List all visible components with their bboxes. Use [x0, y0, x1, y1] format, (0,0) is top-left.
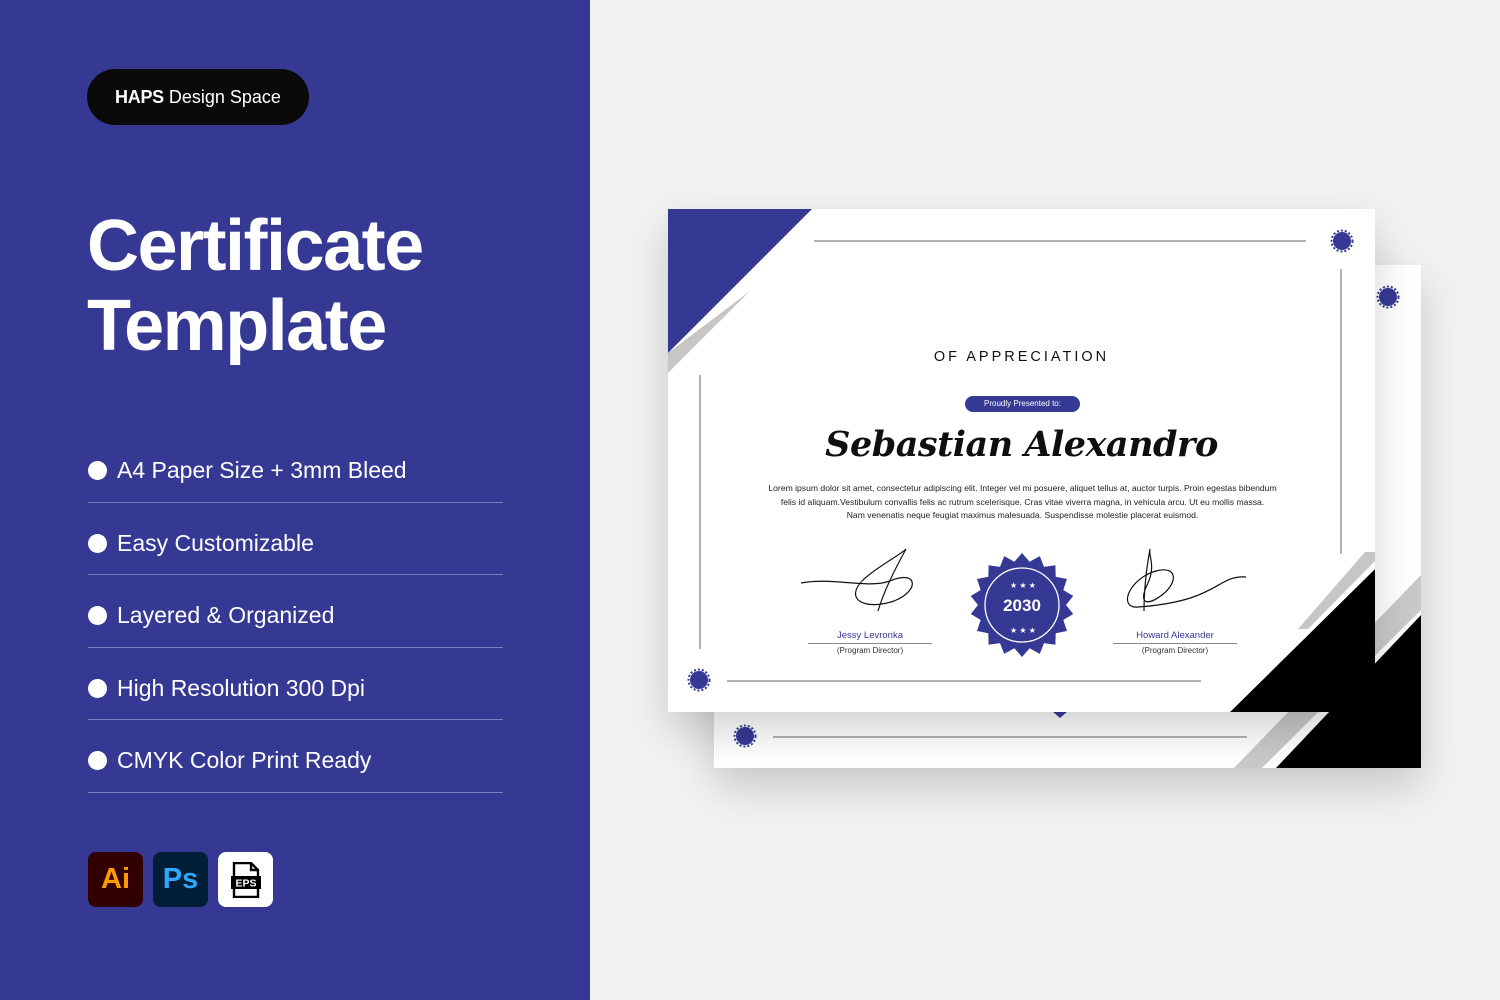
certificate-body: Lorem ipsum dolor sit amet, consectetur …: [755, 482, 1290, 523]
rosette-top-right: [1330, 229, 1354, 253]
seal-year: 2030: [1003, 596, 1041, 615]
feature-label: High Resolution 300 Dpi: [117, 674, 366, 701]
feature-list: A4 Paper Size + 3mm Bleed Easy Customiza…: [88, 430, 503, 793]
svg-text:★ ★ ★: ★ ★ ★: [1010, 626, 1036, 635]
body-line: Nam venenatis neque feugiat maximus male…: [846, 510, 1199, 520]
body-line: Lorem ipsum dolor sit amet, consectetur …: [768, 483, 1277, 493]
bullet-icon: [88, 533, 107, 553]
brand-rest: Design Space: [168, 86, 281, 107]
feature-label: Easy Customizable: [117, 529, 314, 556]
feature-item: Layered & Organized: [88, 575, 503, 648]
bullet-icon: [88, 461, 107, 481]
bullet-icon: [88, 678, 107, 698]
feature-label: A4 Paper Size + 3mm Bleed: [117, 457, 407, 484]
feature-item: A4 Paper Size + 3mm Bleed: [88, 430, 503, 503]
signer-left-name-text: Jessy Levronka: [836, 630, 903, 641]
eps-file-icon: EPS: [218, 852, 273, 907]
illustrator-label: Ai: [101, 863, 130, 895]
photoshop-label: Ps: [162, 863, 199, 895]
signature-right: [1126, 548, 1247, 612]
headline: Certificate Template: [87, 206, 424, 366]
back-rosette-bottom: [733, 724, 757, 748]
bullet-icon: [88, 606, 107, 626]
signature-left: [800, 548, 913, 612]
signer-right-name-text: Howard Alexander: [1136, 630, 1214, 641]
illustrator-icon: Ai: [88, 852, 143, 907]
feature-item: High Resolution 300 Dpi: [88, 648, 503, 720]
rosette-bottom-left: [687, 668, 711, 692]
presented-badge: Proudly Presented to:: [965, 396, 1080, 412]
photoshop-icon: Ps: [153, 852, 208, 907]
feature-item: Easy Customizable: [88, 503, 503, 575]
feature-label: CMYK Color Print Ready: [117, 747, 372, 774]
svg-text:★ ★ ★: ★ ★ ★: [1010, 581, 1036, 590]
back-rosette-top: [1376, 285, 1400, 309]
left-panel: HAPS Design Space Certificate Template A…: [0, 0, 590, 1000]
signer-right-role: (Program Director): [1141, 646, 1209, 655]
signer-left-role: (Program Director): [836, 646, 904, 655]
recipient-name: Sebastian Alexandro: [825, 424, 1218, 465]
app-icons: Ai Ps EPS: [88, 852, 273, 907]
certificate-subtitle: OF APPRECIATION: [933, 349, 1110, 365]
brand-bold: HAPS: [115, 86, 164, 107]
feature-label: Layered & Organized: [117, 602, 335, 629]
eps-file-shape: EPS: [230, 861, 261, 898]
headline-line-2: Template: [87, 286, 387, 366]
feature-item: CMYK Color Print Ready: [88, 720, 503, 793]
eps-label: EPS: [235, 877, 256, 889]
brand-pill: HAPS Design Space: [87, 69, 309, 125]
bullet-icon: [88, 751, 107, 771]
body-line: felis id aliquam.Vestibulum convallis fe…: [780, 496, 1265, 507]
headline-line-1: Certificate: [87, 206, 424, 286]
